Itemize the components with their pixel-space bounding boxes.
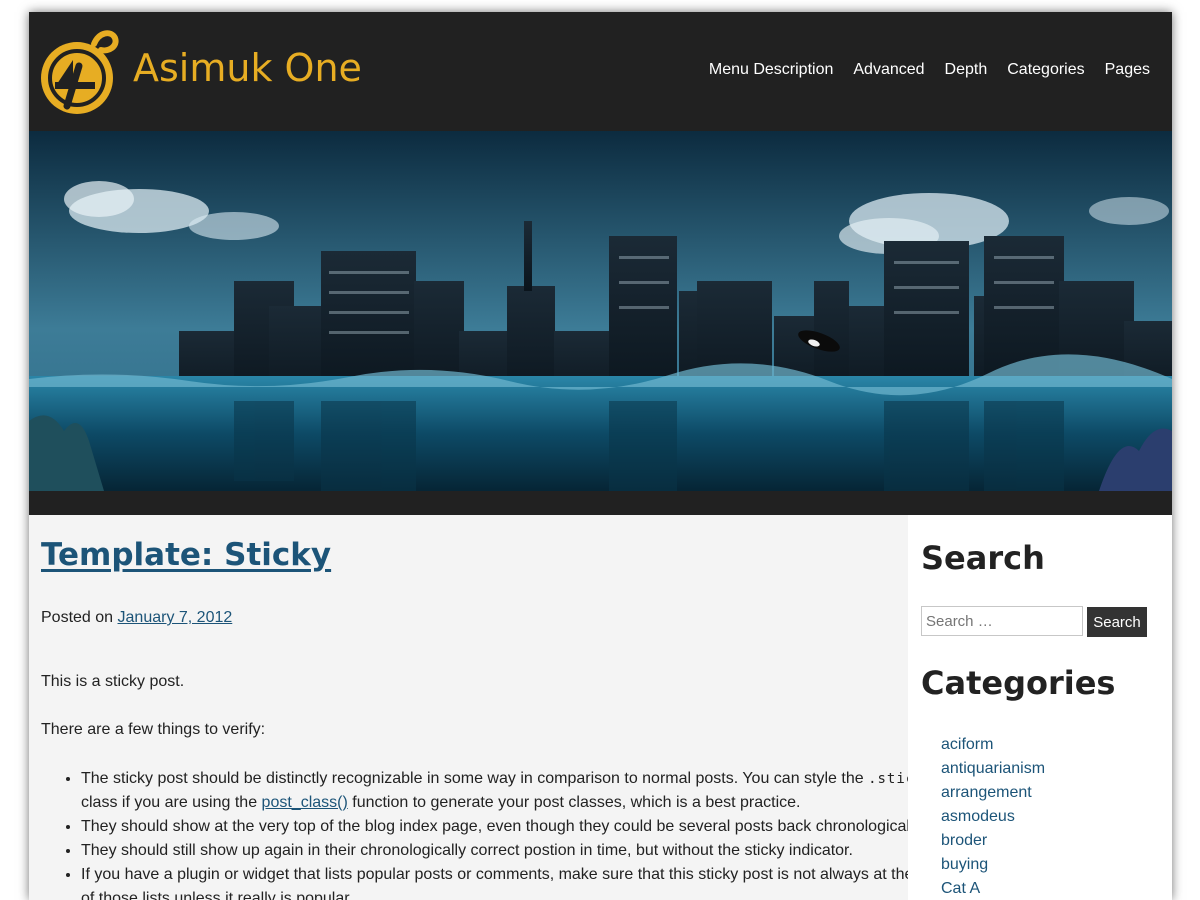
- list-item: arrangement: [941, 781, 1045, 805]
- category-link[interactable]: antiquarianism: [941, 760, 1045, 777]
- bullet-text: class if you are using the: [81, 794, 262, 811]
- list-item: The sticky post should be distinctly rec…: [81, 767, 941, 815]
- category-link[interactable]: asmodeus: [941, 808, 1015, 825]
- search-button[interactable]: Search: [1087, 607, 1147, 637]
- list-item: Cat A: [941, 877, 1045, 900]
- categories-widget-title: Categories: [921, 664, 1116, 702]
- categories-list: aciform antiquarianism arrangement asmod…: [941, 733, 1045, 900]
- nav-item-categories[interactable]: Categories: [1007, 61, 1084, 79]
- category-link[interactable]: broder: [941, 832, 987, 849]
- post-title-link[interactable]: Template: Sticky: [41, 537, 331, 573]
- list-item: If you have a plugin or widget that list…: [81, 863, 941, 900]
- bullet-text: The sticky post should be distinctly rec…: [81, 770, 869, 787]
- list-item: broder: [941, 829, 1045, 853]
- list-item: aciform: [941, 733, 1045, 757]
- category-link[interactable]: Cat A: [941, 880, 980, 897]
- category-link[interactable]: buying: [941, 856, 988, 873]
- header-image: [29, 131, 1172, 491]
- site-logo-icon[interactable]: [39, 26, 121, 118]
- nav-item-depth[interactable]: Depth: [945, 61, 988, 79]
- main-nav: Menu Description Advanced Depth Categori…: [709, 61, 1150, 79]
- list-item: antiquarianism: [941, 757, 1045, 781]
- sidebar: Search Search Categories aciform antiqua…: [908, 515, 1172, 900]
- post-bullet-list: The sticky post should be distinctly rec…: [41, 767, 941, 900]
- bullet-text: function to generate your post classes, …: [347, 794, 801, 811]
- nav-item-advanced[interactable]: Advanced: [853, 61, 924, 79]
- header-bottom-bar: [29, 491, 1172, 515]
- list-item: buying: [941, 853, 1045, 877]
- list-item: They should show at the very top of the …: [81, 815, 941, 839]
- search-input[interactable]: [921, 606, 1083, 636]
- list-item: They should still show up again in their…: [81, 839, 941, 863]
- post-meta: Posted on January 7, 2012: [41, 609, 232, 627]
- list-item: asmodeus: [941, 805, 1045, 829]
- nav-item-pages[interactable]: Pages: [1105, 61, 1150, 79]
- nav-item-menu-description[interactable]: Menu Description: [709, 61, 834, 79]
- category-link[interactable]: aciform: [941, 736, 993, 753]
- site-title[interactable]: Asimuk One: [133, 46, 362, 90]
- site-header: Asimuk One Menu Description Advanced Dep…: [29, 12, 1172, 131]
- page: Asimuk One Menu Description Advanced Dep…: [29, 12, 1172, 900]
- posted-on-label: Posted on: [41, 609, 114, 626]
- post-class-link[interactable]: post_class(): [262, 794, 348, 811]
- main-content: Template: Sticky Posted on January 7, 20…: [29, 515, 940, 900]
- category-link[interactable]: arrangement: [941, 784, 1032, 801]
- post-paragraph: There are a few things to verify:: [41, 721, 266, 738]
- post-paragraph: This is a sticky post.: [41, 673, 185, 690]
- post-date-link[interactable]: January 7, 2012: [118, 609, 233, 626]
- search-widget-title: Search: [921, 539, 1045, 577]
- city-underwater-illustration: [29, 131, 1172, 491]
